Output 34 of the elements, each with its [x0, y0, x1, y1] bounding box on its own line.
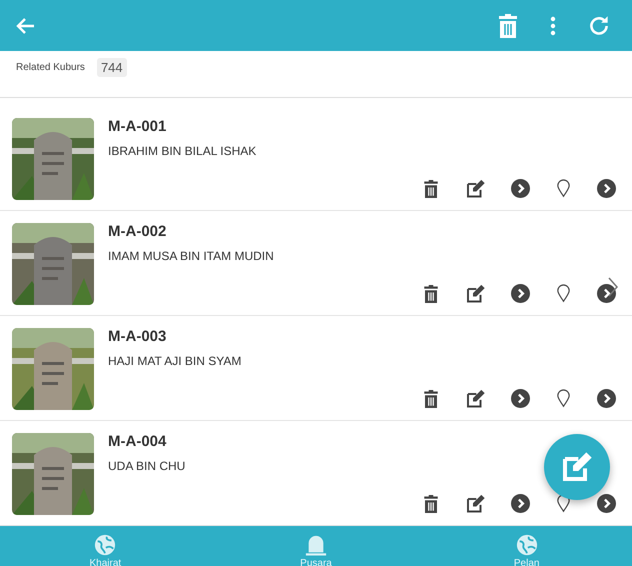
delete-icon[interactable] — [422, 388, 440, 408]
edit-icon[interactable] — [465, 388, 486, 408]
chevron-circle-icon[interactable] — [511, 389, 530, 408]
chevron-circle-icon[interactable] — [511, 284, 530, 303]
grave-name: UDA BIN CHU — [108, 459, 186, 473]
grave-list-item[interactable]: M-A-003 HAJI MAT AJI BIN SYAM — [0, 316, 632, 421]
related-count: 744 — [96, 58, 127, 76]
grave-code: M-A-004 — [108, 433, 168, 450]
delete-icon[interactable] — [422, 494, 440, 514]
related-kuburs-label: Related Kuburs — [16, 62, 85, 72]
grave-name: IMAM MUSA BIN ITAM MUDIN — [108, 249, 275, 263]
more-menu-icon[interactable] — [550, 16, 556, 36]
chevron-circle-icon[interactable] — [597, 179, 616, 198]
edit-icon[interactable] — [465, 284, 486, 304]
delete-icon[interactable] — [422, 284, 440, 304]
grave-list-item[interactable]: M-A-002 IMAM MUSA BIN ITAM MUDIN — [0, 211, 632, 316]
grave-code: M-A-001 — [108, 118, 168, 135]
edit-icon[interactable] — [465, 178, 486, 198]
chevron-circle-icon[interactable] — [597, 389, 616, 408]
chevron-circle-icon[interactable] — [511, 494, 530, 513]
grave-code: M-A-003 — [108, 328, 168, 345]
chevron-circle-icon[interactable] — [511, 179, 530, 198]
chevron-circle-icon[interactable] — [597, 284, 616, 303]
edit-icon — [561, 451, 593, 483]
delete-icon[interactable] — [422, 178, 440, 198]
grave-name: HAJI MAT AJI BIN SYAM — [108, 354, 242, 368]
chevron-circle-icon[interactable] — [597, 494, 616, 513]
grave-list-item[interactable]: M-A-001 IBRAHIM BIN BILAL ISHAK — [0, 106, 632, 211]
map-pin-icon[interactable] — [555, 388, 572, 409]
grave-name: IBRAHIM BIN BILAL ISHAK — [108, 144, 258, 158]
grave-code: M-A-002 — [108, 223, 168, 240]
map-pin-icon[interactable] — [555, 283, 572, 304]
edit-icon[interactable] — [465, 494, 486, 514]
map-pin-icon[interactable] — [555, 178, 572, 199]
